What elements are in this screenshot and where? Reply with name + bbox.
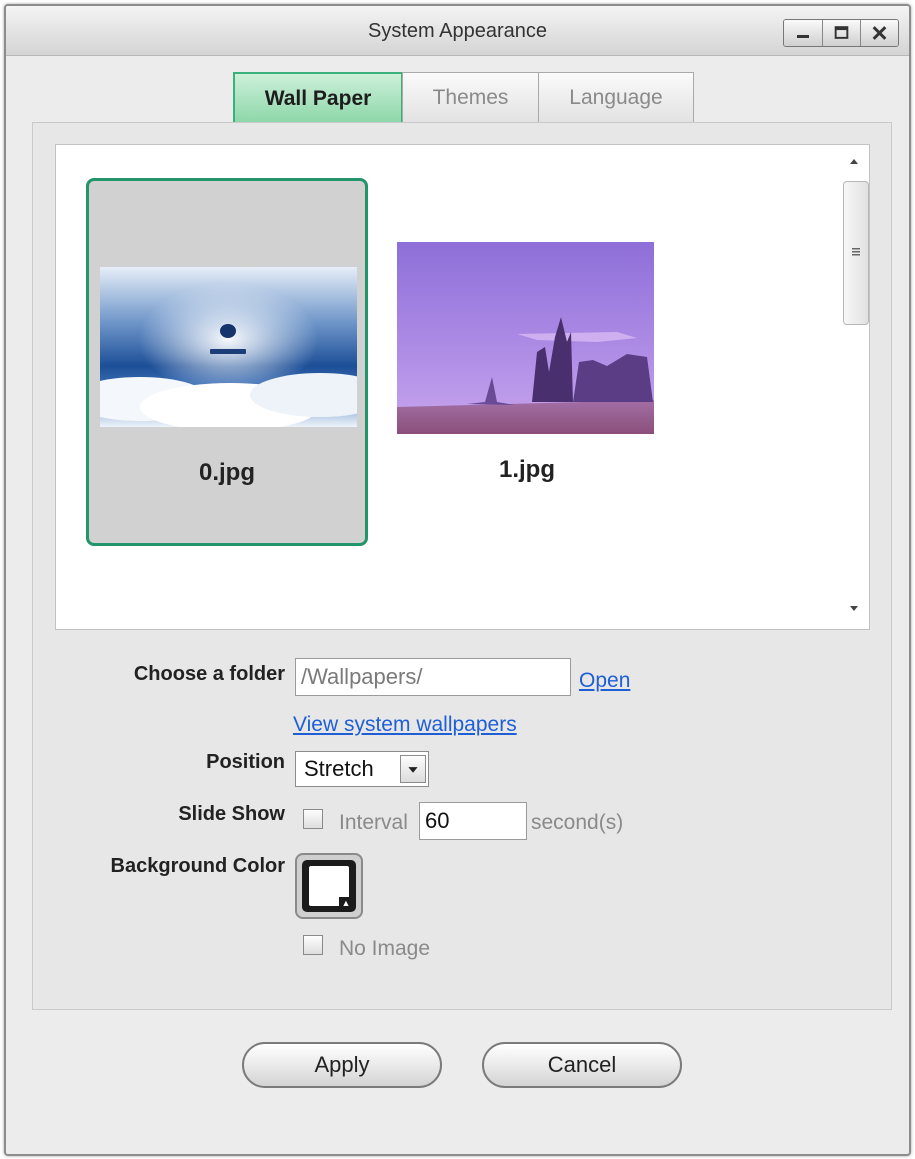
maximize-button[interactable] [822, 20, 860, 46]
tab-bar: Wall Paper Themes Language [233, 72, 694, 124]
position-selected-value: Stretch [304, 756, 374, 781]
wallpaper-thumb-0[interactable]: 0.jpg [86, 178, 368, 546]
wallpaper-thumb-1[interactable]: 1.jpg [386, 178, 668, 546]
color-swatch-frame: ▲ [302, 860, 356, 912]
grip-icon [852, 248, 860, 256]
window-controls [783, 19, 899, 47]
open-folder-link[interactable]: Open [579, 669, 630, 693]
slide-show-checkbox[interactable] [303, 809, 323, 829]
interval-label: Interval [339, 811, 408, 834]
caret-up-icon: ▲ [339, 897, 353, 909]
position-select[interactable]: Stretch [295, 751, 429, 787]
close-icon [872, 26, 887, 40]
apply-button[interactable]: Apply [242, 1042, 442, 1088]
wallpaper-gallery: 0.jpg 1.jpg [55, 144, 870, 630]
view-system-wallpapers-link[interactable]: View system wallpapers [293, 713, 517, 737]
no-image-label: No Image [339, 937, 431, 960]
background-color-picker[interactable]: ▲ [295, 853, 363, 919]
wallpaper-panel: 0.jpg 1.jpg Choose a folder /Wallpapers/… [32, 122, 892, 1010]
wallpaper-preview-blue-sky [100, 267, 357, 427]
gallery-scrollbar[interactable] [839, 145, 869, 629]
wallpaper-preview-desert [397, 242, 654, 434]
tab-wall-paper[interactable]: Wall Paper [233, 72, 403, 124]
close-button[interactable] [860, 20, 898, 46]
tab-themes[interactable]: Themes [402, 72, 539, 124]
scroll-up-icon[interactable] [847, 157, 861, 167]
title-bar[interactable]: System Appearance [6, 6, 909, 56]
tab-language[interactable]: Language [538, 72, 694, 124]
slide-show-label: Slide Show [178, 803, 285, 825]
interval-input[interactable]: 60 [419, 802, 527, 840]
cancel-button[interactable]: Cancel [482, 1042, 682, 1088]
background-color-label: Background Color [110, 855, 285, 877]
maximize-icon [834, 26, 849, 39]
minimize-icon [797, 35, 809, 38]
wallpaper-name: 1.jpg [498, 456, 555, 483]
window-title: System Appearance [368, 20, 547, 42]
choose-folder-label: Choose a folder [133, 663, 285, 685]
chevron-down-icon [408, 767, 418, 773]
scroll-thumb[interactable] [843, 181, 869, 325]
seconds-unit-label: second(s) [531, 811, 624, 834]
wallpaper-name: 0.jpg [198, 459, 255, 486]
position-label: Position [206, 751, 285, 773]
scroll-down-icon[interactable] [847, 603, 861, 613]
minimize-button[interactable] [784, 20, 822, 46]
system-appearance-window: System Appearance Wall Paper Themes Lang… [4, 4, 911, 1156]
folder-path-input[interactable]: /Wallpapers/ [295, 658, 571, 696]
dropdown-button[interactable] [400, 755, 426, 783]
no-image-checkbox[interactable] [303, 935, 323, 955]
